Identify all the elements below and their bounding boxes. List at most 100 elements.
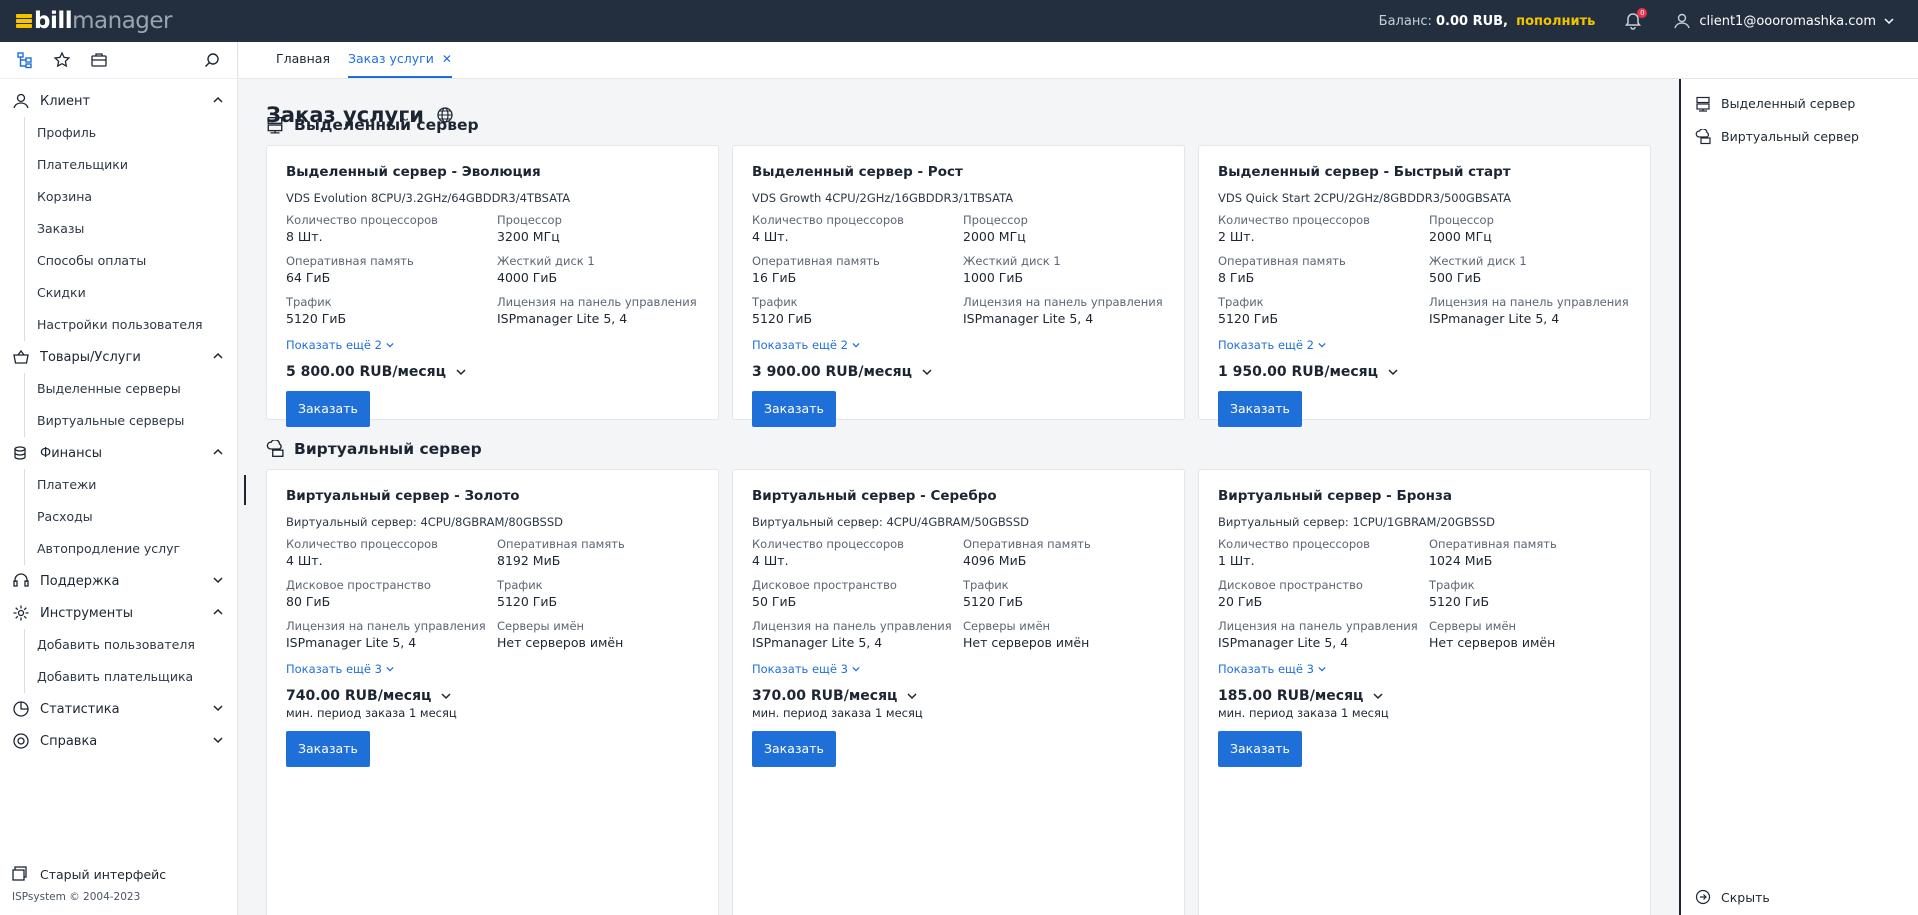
sidebar-section-2[interactable]: Финансы	[0, 437, 237, 469]
sidebar-item[interactable]: Добавить плательщика	[0, 661, 237, 693]
sidebar-section-6[interactable]: Справка	[0, 725, 237, 757]
sidebar-item[interactable]: Профиль	[0, 117, 237, 149]
order-button[interactable]: Заказать	[1218, 391, 1302, 427]
property-value: 2 Шт.	[1218, 229, 1255, 244]
product-property: Лицензия на панель управления ISPmanager …	[1429, 295, 1640, 327]
product-property: Процессор 2000 МГц	[1429, 213, 1640, 245]
sidebar-item[interactable]: Корзина	[0, 181, 237, 213]
property-value: Нет серверов имён	[963, 635, 1090, 650]
chevron-down-icon[interactable]	[213, 734, 223, 749]
property-value: 1024 МиБ	[1429, 553, 1493, 568]
old-interface-link[interactable]: Старый интерфейс	[12, 861, 226, 887]
tab-order-service[interactable]: Заказ услуги ✕	[348, 41, 452, 78]
property-value: 8 ГиБ	[1218, 270, 1255, 285]
sidebar-item[interactable]: Виртуальные серверы	[0, 405, 237, 437]
chevron-down-icon	[1363, 691, 1383, 701]
top-bar: bill manager Баланс: 0.00 RUB, пополнить …	[0, 0, 1918, 42]
tab-home[interactable]: Главная	[276, 41, 330, 78]
show-more-link[interactable]: Показать ещё 3	[1218, 662, 1632, 676]
min-period: мин. период заказа 1 месяц	[286, 706, 457, 720]
sidebar-item[interactable]: Плательщики	[0, 149, 237, 181]
price-selector[interactable]: 1 950.00 RUB/месяц	[1218, 364, 1632, 380]
product-card: Виртуальный сервер - Серебро Виртуальный …	[732, 469, 1185, 915]
min-period: мин. период заказа 1 месяц	[1218, 706, 1389, 720]
chevron-down-icon	[385, 662, 394, 676]
balance-label: Баланс:	[1378, 13, 1432, 29]
chevron-down-icon	[1317, 338, 1326, 352]
show-more-link[interactable]: Показать ещё 3	[752, 662, 1166, 676]
briefcase-icon[interactable]	[88, 49, 110, 71]
sidebar-item[interactable]: Платежи	[0, 469, 237, 501]
sidebar-section-0[interactable]: Клиент	[0, 85, 237, 117]
price-selector[interactable]: 5 800.00 RUB/месяц	[286, 364, 700, 380]
property-label: Трафик	[286, 295, 332, 309]
search-icon[interactable]	[201, 49, 223, 71]
property-label: Количество процессоров	[752, 537, 904, 551]
show-more-link[interactable]: Показать ещё 2	[286, 338, 700, 352]
topup-link[interactable]: пополнить	[1516, 14, 1595, 29]
scrollbar-handle[interactable]	[244, 475, 246, 505]
sidebar-item[interactable]: Добавить пользователя	[0, 629, 237, 661]
chevron-up-icon[interactable]	[213, 94, 223, 109]
tab-home-label: Главная	[276, 51, 330, 66]
sidebar-item[interactable]: Настройки пользователя	[0, 309, 237, 341]
price-selector[interactable]: 370.00 RUB/месяц	[752, 688, 1166, 704]
hide-panel-button[interactable]: Скрыть	[1695, 889, 1770, 905]
chevron-up-icon[interactable]	[213, 446, 223, 461]
sidebar-section-3[interactable]: Поддержка	[0, 565, 237, 597]
price-selector[interactable]: 185.00 RUB/месяц	[1218, 688, 1632, 704]
tree-icon[interactable]	[14, 49, 36, 71]
sidebar-item[interactable]: Автопродление услуг	[0, 533, 237, 565]
product-properties: Количество процессоров 4 Шт. Оперативная п…	[286, 537, 700, 651]
sidebar-item[interactable]: Способы оплаты	[0, 245, 237, 277]
chevron-down-icon[interactable]	[213, 574, 223, 589]
sidebar-item[interactable]: Выделенные серверы	[0, 373, 237, 405]
order-button[interactable]: Заказать	[752, 731, 836, 767]
property-label: Жесткий диск 1	[497, 254, 595, 268]
chevron-down-icon	[897, 691, 917, 701]
cloud-server-icon	[1695, 128, 1711, 144]
property-value: ISPmanager Lite 5, 4	[1218, 635, 1349, 650]
sidebar-item[interactable]: Скидки	[0, 277, 237, 309]
show-more-link[interactable]: Показать ещё 2	[752, 338, 1166, 352]
order-button[interactable]: Заказать	[286, 391, 370, 427]
product-properties: Количество процессоров 4 Шт. Оперативная п…	[752, 537, 1166, 651]
star-icon[interactable]	[51, 49, 73, 71]
product-property: Трафик 5120 ГиБ	[1218, 295, 1429, 327]
property-value: 5120 ГиБ	[286, 311, 347, 326]
anchor-dedicated-server[interactable]: Выделенный сервер	[1681, 87, 1918, 120]
product-property: Лицензия на панель управления ISPmanager …	[963, 295, 1174, 327]
property-label: Трафик	[1218, 295, 1264, 309]
order-button[interactable]: Заказать	[286, 731, 370, 767]
sidebar-item[interactable]: Заказы	[0, 213, 237, 245]
sidebar-section-4[interactable]: Инструменты	[0, 597, 237, 629]
sidebar-item[interactable]: Расходы	[0, 501, 237, 533]
property-value: Нет серверов имён	[497, 635, 624, 650]
show-more-link[interactable]: Показать ещё 2	[1218, 338, 1632, 352]
product-property: Оперативная память 64 ГиБ	[286, 254, 497, 286]
logo-mark-icon	[16, 13, 32, 29]
sidebar-section-5[interactable]: Статистика	[0, 693, 237, 725]
price-selector[interactable]: 3 900.00 RUB/месяц	[752, 364, 1166, 380]
property-value: 2000 МГц	[963, 229, 1026, 244]
sidebar-toolbar	[0, 42, 237, 79]
sidebar-footer: Старый интерфейс ISPsystem © 2004-2023	[0, 861, 238, 915]
anchor-virtual-server[interactable]: Виртуальный сервер	[1681, 120, 1918, 153]
price-selector[interactable]: 740.00 RUB/месяц	[286, 688, 700, 704]
order-button[interactable]: Заказать	[752, 391, 836, 427]
notifications-button[interactable]: 0	[1623, 8, 1648, 31]
property-value: 5120 ГиБ	[1429, 594, 1490, 609]
chevron-up-icon[interactable]	[213, 606, 223, 621]
show-more-link[interactable]: Показать ещё 3	[286, 662, 700, 676]
order-button[interactable]: Заказать	[1218, 731, 1302, 767]
close-tab-icon[interactable]: ✕	[442, 52, 452, 66]
chevron-up-icon[interactable]	[213, 350, 223, 365]
pie-chart-icon	[12, 700, 30, 718]
chevron-down-icon[interactable]	[213, 702, 223, 717]
property-label: Лицензия на панель управления	[286, 619, 486, 633]
user-menu[interactable]: client1@oooromashka.com	[1673, 12, 1902, 30]
billmanager-logo[interactable]: bill manager	[16, 8, 173, 34]
property-label: Процессор	[1429, 213, 1494, 227]
property-value: ISPmanager Lite 5, 4	[1429, 311, 1560, 326]
sidebar-section-1[interactable]: Товары/Услуги	[0, 341, 237, 373]
